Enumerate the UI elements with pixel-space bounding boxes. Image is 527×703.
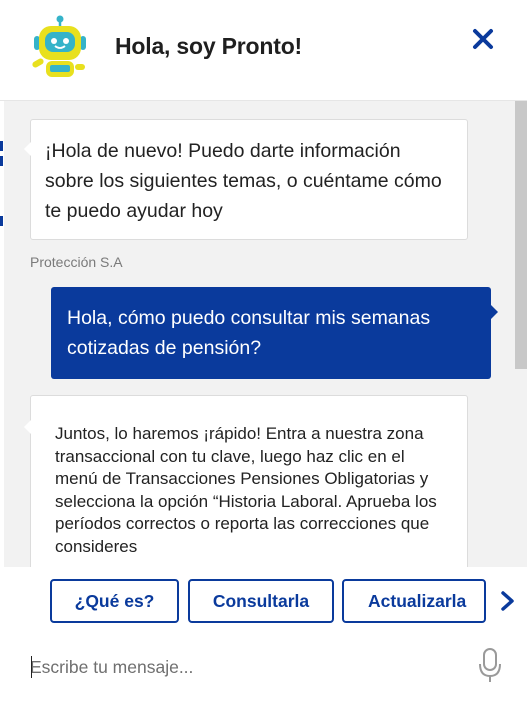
- chat-header: Hola, soy Pronto!: [0, 0, 527, 101]
- scrollbar-thumb[interactable]: [515, 101, 527, 369]
- bubble-tail: [491, 305, 498, 319]
- chevron-right-icon[interactable]: [496, 589, 518, 613]
- edge-marker: [0, 156, 3, 166]
- bot-message: ¡Hola de nuevo! Puedo darte información …: [24, 119, 468, 240]
- bubble-tail: [24, 420, 31, 434]
- user-message-text: Hola, cómo puedo consultar mis semanas c…: [67, 307, 431, 359]
- microphone-icon[interactable]: [478, 646, 502, 684]
- bot-message: Juntos, lo haremos ¡rápido! Entra a nues…: [24, 395, 468, 567]
- bot-message-text: Juntos, lo haremos ¡rápido! Entra a nues…: [55, 424, 437, 556]
- message-input[interactable]: [30, 652, 450, 682]
- edge-marker: [0, 141, 3, 151]
- edge-marker: [0, 216, 3, 226]
- message-input-bar: [0, 632, 527, 703]
- quick-reply-actualizarla-button[interactable]: Actualizarla: [342, 579, 486, 623]
- chat-window: Hola, soy Pronto! ¡Hola de nuevo! Puedo …: [0, 0, 527, 703]
- bot-message-text: ¡Hola de nuevo! Puedo darte información …: [45, 140, 442, 222]
- bubble-tail: [24, 142, 31, 156]
- quick-reply-que-es-button[interactable]: ¿Qué es?: [50, 579, 179, 623]
- text-caret: [31, 656, 32, 678]
- chat-title: Hola, soy Pronto!: [115, 33, 303, 59]
- close-icon[interactable]: [470, 26, 496, 52]
- left-edge-strip: [0, 101, 4, 567]
- quick-replies-bar: ¿Qué es? Consultarla Actualizarla: [0, 567, 527, 632]
- user-message: Hola, cómo puedo consultar mis semanas c…: [51, 287, 498, 379]
- quick-reply-consultarla-button[interactable]: Consultarla: [188, 579, 334, 623]
- robot-avatar-icon: [32, 15, 86, 77]
- message-list[interactable]: ¡Hola de nuevo! Puedo darte información …: [0, 101, 527, 567]
- sender-label: Protección S.A: [30, 254, 123, 270]
